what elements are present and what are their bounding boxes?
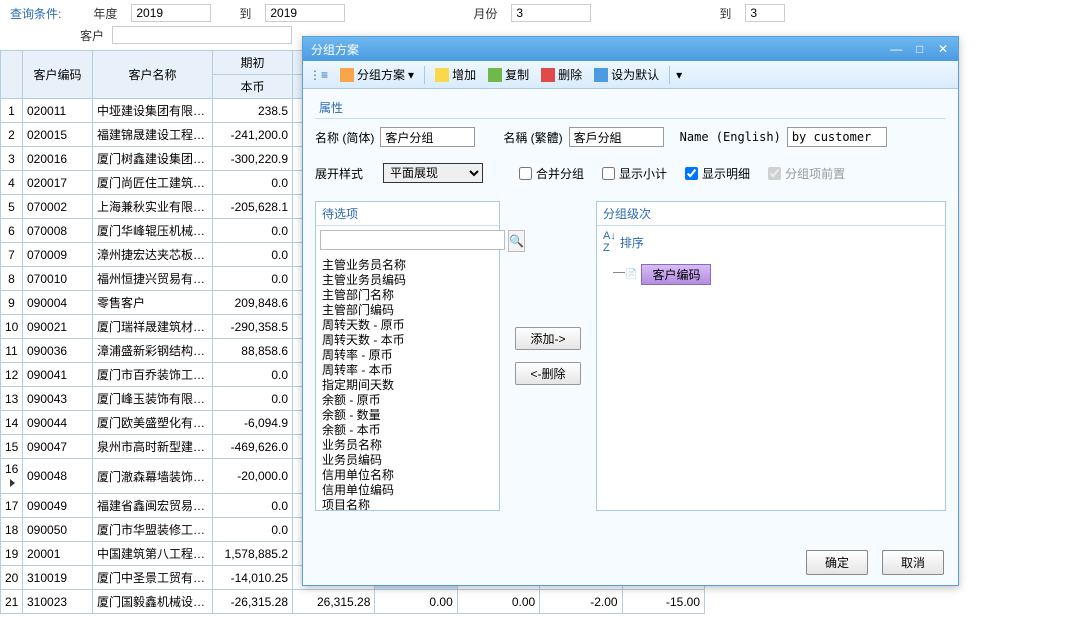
tb-copy[interactable]: 复制 — [484, 65, 533, 84]
tb-add[interactable]: 增加 — [431, 65, 480, 84]
list-item[interactable]: 信用单位名称 — [320, 468, 495, 483]
list-item[interactable]: 业务员编码 — [320, 453, 495, 468]
display-style-label: 展开样式 — [315, 165, 363, 182]
list-item[interactable]: 余额 - 数量 — [320, 408, 495, 423]
candidates-title: 待选项 — [316, 202, 499, 226]
group-front-checkbox — [768, 167, 781, 180]
dialog-titlebar[interactable]: 分组方案 — □ ✕ — [303, 37, 958, 61]
remove-from-group-button[interactable]: <-删除 — [515, 362, 581, 385]
list-item[interactable]: 主管业务员编码 — [320, 273, 495, 288]
name-english-label: Name (English) — [680, 130, 781, 144]
customer-label: 客户 — [80, 27, 104, 44]
add-to-group-button[interactable]: 添加-> — [515, 327, 581, 350]
month-to-label: 到 — [719, 5, 731, 22]
tb-scheme[interactable]: 分组方案▾ — [336, 65, 418, 84]
col-period[interactable]: 期初 — [213, 51, 293, 75]
name-english-input[interactable] — [787, 127, 887, 147]
candidates-list[interactable]: 主管业务员名称主管业务员编码主管部门名称主管部门编码周转天数 - 原币周转天数 … — [316, 256, 499, 510]
ok-button[interactable]: 确定 — [806, 550, 868, 575]
month-to-input[interactable] — [745, 4, 785, 22]
month-from-input[interactable] — [511, 4, 591, 22]
candidate-search-input[interactable] — [320, 230, 505, 250]
year-label: 年度 — [93, 5, 117, 22]
chevron-down-icon[interactable]: ▾ — [676, 68, 682, 82]
group-tree-item[interactable]: 📄 客户编码 — [625, 264, 933, 285]
minimize-icon[interactable]: — — [889, 42, 903, 56]
name-simplified-label: 名称 (简体) — [315, 129, 374, 146]
sort-icon: A↓Z — [603, 230, 616, 254]
list-item[interactable]: 指定期间天数 — [320, 378, 495, 393]
month-label: 月份 — [473, 5, 497, 22]
candidates-panel: 待选项 🔍 主管业务员名称主管业务员编码主管部门名称主管部门编码周转天数 - 原… — [315, 201, 500, 511]
tb-default[interactable]: 设为默认 — [590, 65, 663, 84]
close-icon[interactable]: ✕ — [936, 42, 950, 56]
year-to-label: 到 — [239, 5, 251, 22]
group-levels-panel: 分组级次 A↓Z 排序 📄 客户编码 — [596, 201, 946, 511]
display-style-select[interactable]: 平面展现 — [383, 163, 483, 183]
group-scheme-dialog: 分组方案 — □ ✕ ⋮≡ 分组方案▾ 增加 复制 删除 设为默认 ▾ 属性 名… — [302, 36, 959, 586]
list-item[interactable]: 周转天数 - 原币 — [320, 318, 495, 333]
list-item[interactable]: 周转天数 - 本币 — [320, 333, 495, 348]
show-subtotal-checkbox[interactable] — [602, 167, 615, 180]
list-item[interactable]: 信用单位编码 — [320, 483, 495, 498]
props-section-title: 属性 — [315, 97, 946, 119]
dialog-toolbar: ⋮≡ 分组方案▾ 增加 复制 删除 设为默认 ▾ — [303, 61, 958, 89]
table-row[interactable]: 21310023厦门国毅鑫机械设…-26,315.2826,315.280.00… — [1, 590, 705, 614]
field-icon: 📄 — [625, 269, 637, 280]
maximize-icon[interactable]: □ — [913, 42, 927, 56]
cancel-button[interactable]: 取消 — [882, 550, 944, 575]
name-traditional-label: 名稱 (繁體) — [503, 129, 562, 146]
col-code[interactable]: 客户编码 — [23, 51, 93, 99]
list-item[interactable]: 余额 - 本币 — [320, 423, 495, 438]
list-item[interactable]: 周转率 - 原币 — [320, 348, 495, 363]
list-item[interactable]: 主管业务员名称 — [320, 258, 495, 273]
col-currency[interactable]: 本币 — [213, 75, 293, 99]
name-traditional-input[interactable] — [569, 127, 664, 147]
col-name[interactable]: 客户名称 — [93, 51, 213, 99]
query-cond-label: 查询条件: — [10, 5, 61, 22]
dialog-title: 分组方案 — [311, 41, 359, 58]
chevron-down-icon: ▾ — [408, 68, 414, 82]
customer-input[interactable] — [112, 26, 292, 44]
year-from-input[interactable] — [131, 4, 211, 22]
tb-delete[interactable]: 删除 — [537, 65, 586, 84]
list-item[interactable]: 业务员名称 — [320, 438, 495, 453]
group-levels-title: 分组级次 — [597, 202, 945, 226]
list-item[interactable]: 周转率 - 本币 — [320, 363, 495, 378]
list-item[interactable]: 主管部门编码 — [320, 303, 495, 318]
sort-button[interactable]: A↓Z 排序 — [597, 226, 945, 258]
name-simplified-input[interactable] — [380, 127, 475, 147]
list-item[interactable]: 余额 - 原币 — [320, 393, 495, 408]
year-to-input[interactable] — [265, 4, 345, 22]
list-item[interactable]: 主管部门名称 — [320, 288, 495, 303]
list-item[interactable]: 项目名称 — [320, 498, 495, 510]
show-detail-checkbox[interactable] — [685, 167, 698, 180]
merge-group-checkbox[interactable] — [519, 167, 532, 180]
